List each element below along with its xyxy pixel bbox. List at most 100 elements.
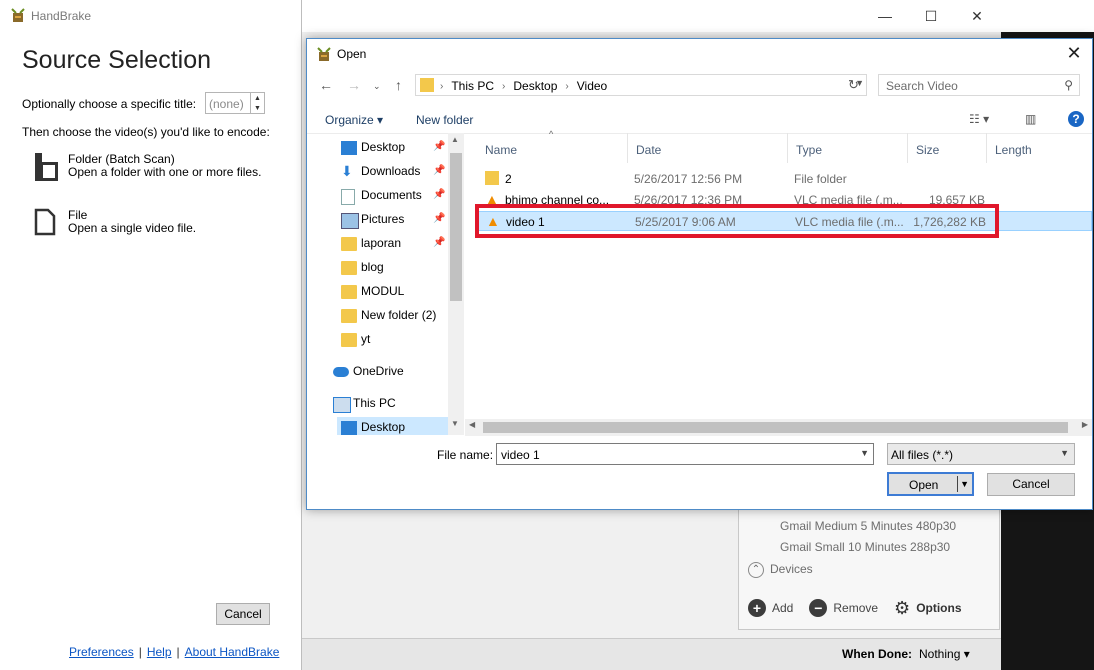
- file-name-input[interactable]: video 1 ▼: [496, 443, 874, 465]
- breadcrumb-chevron-icon: ›: [502, 80, 506, 92]
- forward-arrow-icon[interactable]: →: [347, 77, 361, 93]
- search-icon: ⚲: [1064, 78, 1073, 92]
- dialog-close-button[interactable]: ✕: [1062, 43, 1086, 64]
- pin-icon: 📌: [433, 237, 446, 248]
- help-icon[interactable]: ?: [1068, 111, 1084, 127]
- nav-item-label: MODUL: [361, 284, 405, 298]
- chevron-down-icon[interactable]: ▼: [960, 479, 969, 489]
- search-input[interactable]: Search Video ⚲: [878, 74, 1080, 96]
- about-link[interactable]: About HandBrake: [185, 645, 280, 659]
- view-options-icon[interactable]: ☷ ▾: [969, 112, 989, 126]
- add-preset-button[interactable]: Add: [772, 601, 793, 615]
- dialog-cancel-button[interactable]: Cancel: [987, 473, 1075, 496]
- nav-item-pictures[interactable]: Pictures 📌: [337, 209, 449, 231]
- folder-icon: [341, 285, 357, 299]
- breadcrumb-chevron-icon: ›: [565, 80, 569, 92]
- scroll-left-icon[interactable]: ◀: [469, 420, 475, 429]
- maximize-button[interactable]: ☐: [908, 0, 954, 32]
- nav-item-label: Downloads: [361, 164, 421, 178]
- folder-icon: [341, 309, 357, 323]
- page-title: Source Selection: [22, 46, 212, 74]
- nav-item-label: yt: [361, 332, 371, 346]
- column-header-type[interactable]: Type: [788, 133, 908, 163]
- file-type: File folder: [794, 172, 847, 186]
- preset-item[interactable]: Gmail Medium 5 Minutes 480p30: [780, 519, 956, 533]
- devices-group[interactable]: ⌃ Devices: [748, 562, 813, 578]
- file-name: 2: [505, 172, 512, 186]
- status-bar: When Done: Nothing ▾: [300, 638, 1001, 670]
- chevron-down-icon[interactable]: ▼: [860, 448, 869, 458]
- scroll-thumb[interactable]: [450, 153, 462, 301]
- folder-icon: [341, 333, 357, 347]
- new-folder-button[interactable]: New folder: [416, 113, 473, 127]
- column-header-date[interactable]: Date: [628, 133, 788, 163]
- nav-scrollbar[interactable]: ▲ ▼: [448, 133, 464, 435]
- gear-icon[interactable]: ⚙: [894, 598, 910, 619]
- remove-preset-button[interactable]: Remove: [833, 601, 878, 615]
- nav-item-downloads[interactable]: ⬇ Downloads 📌: [337, 161, 449, 183]
- add-icon[interactable]: +: [748, 599, 766, 617]
- breadcrumb-chevron-icon: ›: [440, 80, 444, 92]
- file-row[interactable]: 2 5/26/2017 12:56 PM File folder: [477, 169, 1092, 189]
- handbrake-logo-icon: [10, 7, 26, 26]
- file-type-filter[interactable]: All files (*.*) ▼: [887, 443, 1075, 465]
- close-window-button[interactable]: ✕: [954, 0, 1000, 32]
- options-button[interactable]: Options: [916, 601, 961, 615]
- folder-batch-icon: [34, 152, 60, 185]
- preferences-link[interactable]: Preferences: [69, 645, 134, 659]
- title-label: Optionally choose a specific title:: [22, 97, 197, 111]
- breadcrumb-video[interactable]: Video: [577, 79, 607, 93]
- folder-option-desc: Open a folder with one or more files.: [68, 165, 262, 179]
- file-date: 5/26/2017 12:56 PM: [634, 172, 743, 186]
- breadcrumb-this-pc[interactable]: This PC: [451, 79, 494, 93]
- nav-item-blog[interactable]: blog: [337, 257, 449, 279]
- preset-item[interactable]: Gmail Small 10 Minutes 288p30: [780, 540, 950, 554]
- nav-item-laporan[interactable]: laporan 📌: [337, 233, 449, 255]
- nav-item-desktop-pc[interactable]: Desktop: [337, 417, 449, 435]
- back-arrow-icon[interactable]: ←: [319, 77, 333, 93]
- dialog-titlebar: Open ✕: [307, 39, 1092, 69]
- nav-item-documents[interactable]: Documents 📌: [337, 185, 449, 207]
- scroll-thumb[interactable]: [483, 422, 1068, 433]
- spinner-arrows[interactable]: ▲ ▼: [250, 93, 264, 113]
- nav-item-desktop[interactable]: Desktop 📌: [337, 137, 449, 159]
- scroll-up-icon[interactable]: ▲: [451, 135, 459, 144]
- source-cancel-button[interactable]: Cancel: [216, 603, 270, 625]
- chevron-down-icon[interactable]: ▼: [1060, 448, 1069, 458]
- breadcrumb-desktop[interactable]: Desktop: [513, 79, 557, 93]
- link-separator: |: [176, 645, 180, 659]
- organize-button[interactable]: Organize ▾: [325, 113, 383, 127]
- up-arrow-icon[interactable]: ↑: [395, 77, 402, 93]
- column-header-size[interactable]: Size: [908, 133, 987, 163]
- pc-icon: [333, 397, 351, 413]
- download-icon: ⬇: [341, 163, 353, 179]
- pictures-icon: [341, 213, 359, 229]
- search-placeholder: Search Video: [886, 79, 958, 93]
- filter-value: All files (*.*): [891, 448, 954, 462]
- highlight-box: [475, 204, 999, 238]
- open-dialog: Open ✕ ← → ⌄ ↑ › This PC › Desktop › Vid…: [306, 38, 1093, 510]
- address-bar[interactable]: › This PC › Desktop › Video ▼: [415, 74, 867, 96]
- nav-item-this-pc[interactable]: This PC: [329, 393, 441, 415]
- preview-pane-icon[interactable]: ▥: [1025, 112, 1036, 126]
- refresh-icon[interactable]: ↻: [848, 77, 859, 93]
- title-spinner[interactable]: (none) ▲ ▼: [205, 92, 265, 114]
- minimize-button[interactable]: —: [862, 0, 908, 32]
- nav-item-yt[interactable]: yt: [337, 329, 449, 351]
- open-button[interactable]: Open ▼: [887, 472, 974, 496]
- recent-chevron-icon[interactable]: ⌄: [373, 81, 381, 92]
- scroll-down-icon[interactable]: ▼: [451, 419, 459, 428]
- nav-item-label: Pictures: [361, 212, 405, 226]
- column-header-length[interactable]: Length: [987, 133, 1082, 163]
- when-done-dropdown[interactable]: Nothing ▾: [919, 647, 970, 661]
- help-link[interactable]: Help: [147, 645, 172, 659]
- scroll-right-icon[interactable]: ▶: [1082, 420, 1088, 429]
- devices-label: Devices: [770, 562, 813, 577]
- nav-item-label: Desktop: [361, 420, 406, 434]
- remove-icon[interactable]: −: [809, 599, 828, 617]
- nav-item-modul[interactable]: MODUL: [337, 281, 449, 303]
- nav-item-label: Desktop: [361, 140, 406, 154]
- nav-item-onedrive[interactable]: OneDrive: [329, 361, 441, 383]
- nav-item-new-folder-2[interactable]: New folder (2): [337, 305, 449, 327]
- horizontal-scrollbar[interactable]: ◀ ▶: [465, 419, 1092, 436]
